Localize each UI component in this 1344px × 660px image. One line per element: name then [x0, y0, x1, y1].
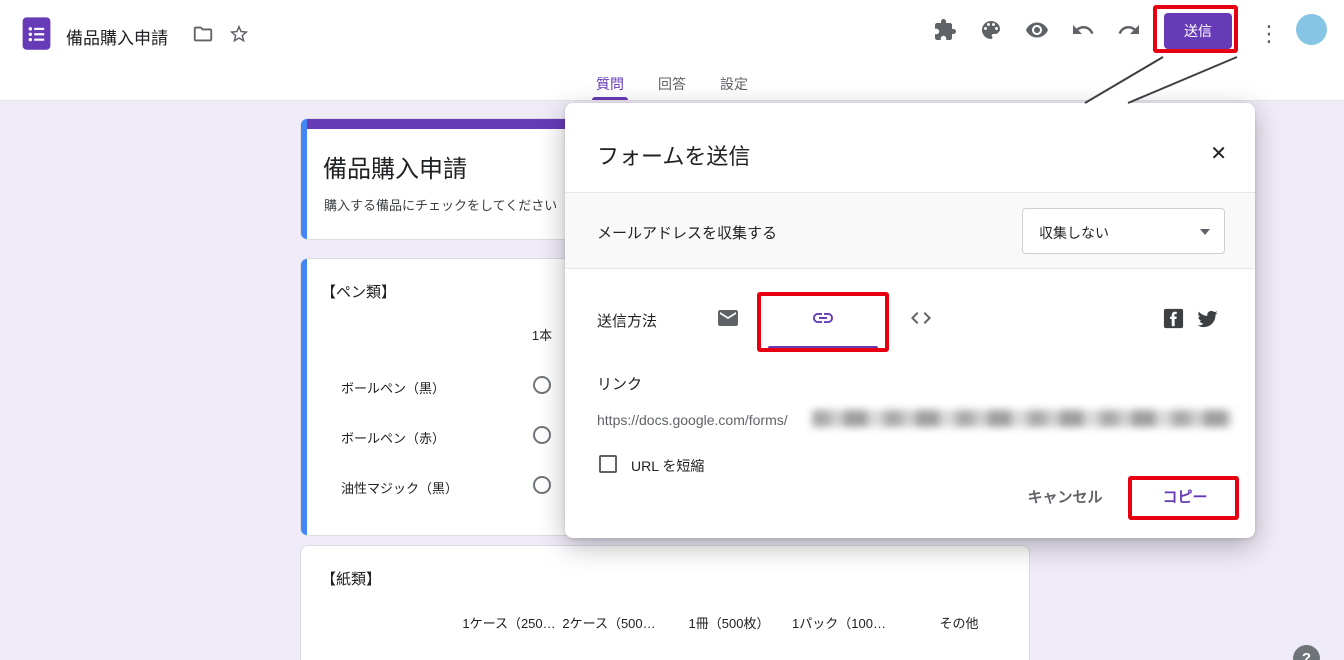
tab-responses[interactable]: 回答: [646, 68, 698, 100]
collect-email-label: メールアドレスを収集する: [597, 222, 777, 243]
grid-row-label: 油性マジック（黒）: [341, 478, 531, 497]
radio-button[interactable]: [533, 476, 551, 494]
radio-button[interactable]: [533, 426, 551, 444]
dropdown-arrow-icon: [1200, 229, 1210, 235]
cancel-button[interactable]: キャンセル: [1015, 481, 1115, 515]
twitter-icon[interactable]: [1196, 307, 1219, 330]
form-description-text[interactable]: 購入する備品にチェックをしてください: [324, 195, 557, 214]
send-method-label: 送信方法: [597, 310, 657, 331]
tab-settings-label: 設定: [720, 74, 748, 94]
question-card-paper[interactable]: 【紙類】 1ケース（250… 2ケース（500… 1冊（500枚） 1パック（1…: [300, 545, 1030, 660]
help-icon[interactable]: ?: [1293, 645, 1320, 660]
selected-indicator-bar: [301, 259, 307, 535]
collect-email-dropdown[interactable]: 収集しない: [1022, 208, 1225, 254]
send-button[interactable]: 送信: [1164, 13, 1232, 49]
radio-button[interactable]: [533, 376, 551, 394]
link-section-label: リンク: [597, 373, 642, 394]
send-form-dialog: フォームを送信 ✕ メールアドレスを収集する 収集しない 送信方法 リンク ht…: [565, 103, 1255, 538]
google-forms-editor: 備品購入申請 送信 ⋮ 質問 回答: [0, 0, 1344, 660]
question-title[interactable]: 【紙類】: [321, 568, 381, 589]
tab-bar: 質問 回答 設定: [0, 68, 1344, 101]
forms-logo-icon[interactable]: [18, 15, 55, 52]
grid-column-header: 2ケース（500…: [549, 613, 669, 632]
more-options-icon[interactable]: ⋮: [1258, 16, 1274, 52]
dropdown-selected-value: 収集しない: [1039, 223, 1109, 243]
grid-column-header: その他: [899, 613, 1019, 632]
tab-responses-label: 回答: [658, 74, 686, 94]
collect-email-row: メールアドレスを収集する 収集しない: [565, 192, 1255, 269]
url-redacted-blur: [812, 410, 1232, 427]
document-title[interactable]: 備品購入申請: [66, 24, 168, 49]
preview-eye-icon[interactable]: [1025, 18, 1049, 42]
facebook-icon[interactable]: [1162, 307, 1185, 330]
grid-column-header: 1冊（500枚）: [669, 613, 789, 632]
selected-indicator-bar: [301, 119, 307, 239]
question-title[interactable]: 【ペン類】: [321, 281, 396, 302]
grid-column-header: 1本: [512, 325, 572, 344]
tab-questions-label: 質問: [596, 74, 624, 94]
send-via-email-icon[interactable]: [716, 306, 740, 330]
active-tab-underline: [592, 97, 628, 100]
form-title-text[interactable]: 備品購入申請: [323, 149, 467, 184]
user-avatar[interactable]: [1296, 14, 1327, 45]
undo-icon[interactable]: [1071, 18, 1095, 42]
tab-settings[interactable]: 設定: [708, 68, 760, 100]
shorten-url-label: URL を短縮: [631, 456, 704, 476]
grid-row-label: ボールペン（黒）: [341, 378, 531, 397]
shorten-url-checkbox[interactable]: [599, 455, 617, 473]
redo-icon[interactable]: [1117, 18, 1141, 42]
form-url-value[interactable]: https://docs.google.com/forms/: [597, 412, 788, 428]
copy-button[interactable]: コピー: [1145, 481, 1225, 515]
move-to-folder-icon[interactable]: [192, 23, 214, 45]
close-icon[interactable]: ✕: [1210, 141, 1227, 166]
grid-column-header: 1パック（100…: [779, 613, 899, 632]
grid-row-label: ボールペン（赤）: [341, 428, 531, 447]
dialog-title: フォームを送信: [597, 139, 750, 171]
star-icon[interactable]: [228, 23, 250, 45]
tab-questions[interactable]: 質問: [584, 68, 636, 100]
embed-html-icon[interactable]: [909, 306, 933, 330]
send-via-link-icon[interactable]: [811, 306, 835, 330]
addons-puzzle-icon[interactable]: [933, 18, 957, 42]
theme-palette-icon[interactable]: [979, 18, 1003, 42]
app-header: 備品購入申請 送信 ⋮: [0, 0, 1344, 68]
selected-method-underline: [768, 346, 878, 350]
